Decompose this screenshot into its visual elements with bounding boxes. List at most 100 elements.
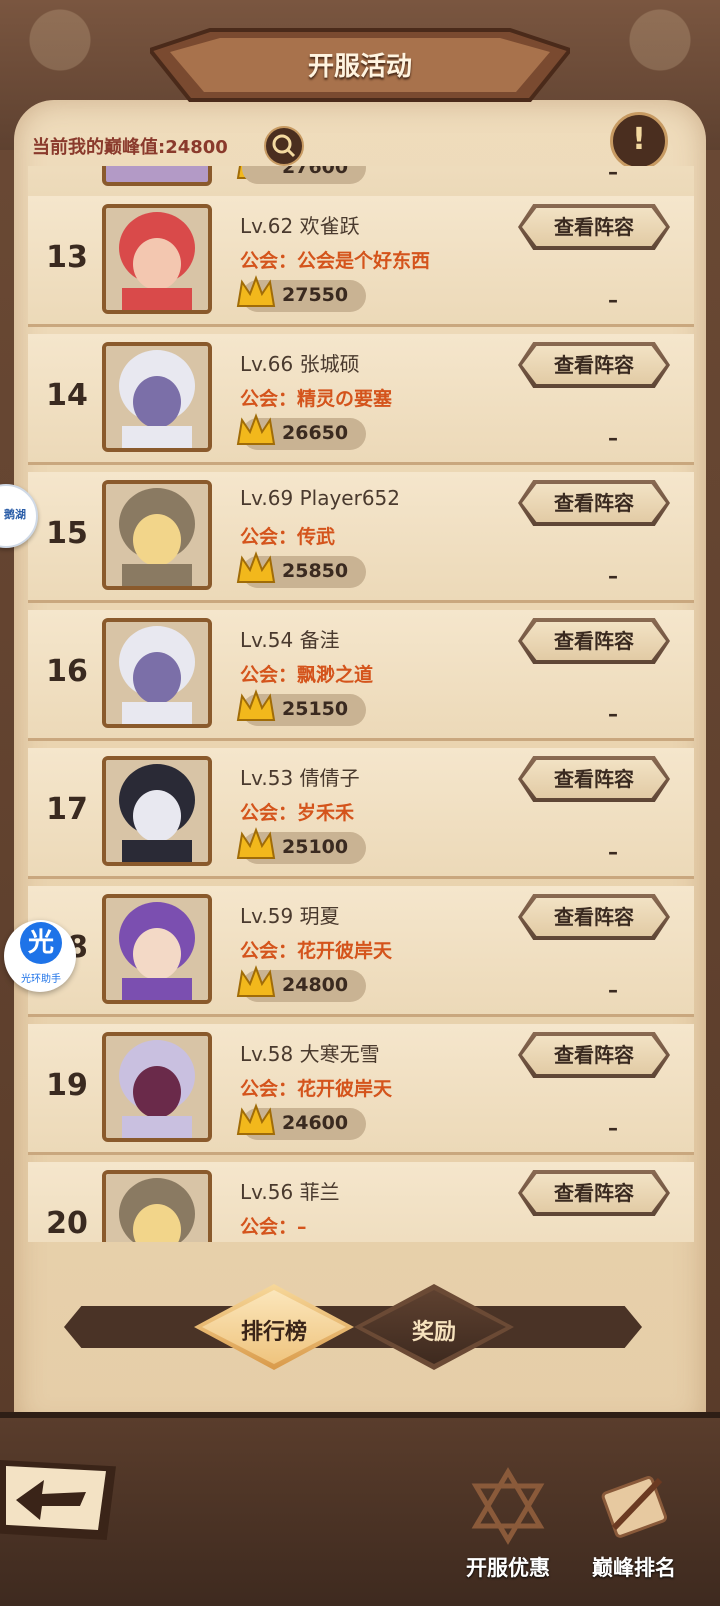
player-level-name: Lv.59 玥夏 bbox=[240, 904, 340, 928]
view-lineup-button[interactable]: 查看阵容 bbox=[518, 1170, 670, 1216]
guild-name: 精灵の要塞 bbox=[297, 388, 393, 410]
crown-icon bbox=[236, 965, 276, 997]
character-portrait bbox=[106, 1174, 208, 1242]
guild-name: 花开彼岸天 bbox=[297, 1078, 393, 1100]
guild-name: 岁禾禾 bbox=[297, 802, 355, 824]
view-lineup-button[interactable]: 查看阵容 bbox=[518, 894, 670, 940]
view-lineup-label: 查看阵容 bbox=[522, 760, 666, 798]
star-of-david-icon[interactable] bbox=[468, 1466, 548, 1546]
player-guild: 公会：公会是个好东西 bbox=[240, 246, 430, 273]
score-dash: – bbox=[608, 840, 618, 864]
view-lineup-button[interactable]: 查看阵容 bbox=[518, 204, 670, 250]
avatar[interactable] bbox=[102, 204, 212, 314]
peak-value-label: 当前我的巅峰值:24800 bbox=[32, 137, 228, 158]
rank-number: 19 bbox=[46, 1068, 88, 1103]
avatar[interactable] bbox=[102, 894, 212, 1004]
list-item: 16 Lv.54 备洼 公会：飘渺之道 25150 – 查看阵容 bbox=[28, 610, 694, 741]
list-item-partial: 27600 – bbox=[28, 166, 694, 199]
info-button[interactable]: ! bbox=[610, 112, 668, 170]
guild-label: 公会： bbox=[240, 1078, 298, 1100]
score-value: 24600 bbox=[282, 1112, 349, 1134]
player-level-name: Lv.53 倩倩子 bbox=[240, 766, 360, 790]
avatar[interactable] bbox=[102, 618, 212, 728]
nav-offer-label[interactable]: 开服优惠 bbox=[448, 1552, 568, 1582]
crown-icon bbox=[236, 275, 276, 307]
avatar[interactable] bbox=[102, 342, 212, 452]
player-guild: 公会：飘渺之道 bbox=[240, 660, 373, 687]
view-lineup-label: 查看阵容 bbox=[522, 622, 666, 660]
crown-icon bbox=[236, 1103, 276, 1135]
character-portrait bbox=[106, 898, 208, 1000]
guild-label: 公会： bbox=[240, 664, 298, 686]
score-value: 26650 bbox=[282, 422, 349, 444]
score-value: 25850 bbox=[282, 560, 349, 582]
rank-number: 15 bbox=[46, 516, 88, 551]
sword-scroll-icon[interactable] bbox=[594, 1466, 674, 1546]
rank-number: 20 bbox=[46, 1206, 88, 1241]
view-lineup-button[interactable]: 查看阵容 bbox=[518, 756, 670, 802]
score-dash: – bbox=[608, 564, 618, 588]
view-lineup-button[interactable]: 查看阵容 bbox=[518, 618, 670, 664]
exclamation-icon: ! bbox=[632, 122, 646, 157]
view-lineup-label: 查看阵容 bbox=[522, 484, 666, 522]
player-guild: 公会：传武 bbox=[240, 522, 335, 549]
score-dash: – bbox=[608, 978, 618, 1002]
character-portrait bbox=[106, 346, 208, 448]
guild-label: 公会： bbox=[240, 250, 298, 272]
view-lineup-button[interactable]: 查看阵容 bbox=[518, 1032, 670, 1078]
score-dash: – bbox=[608, 702, 618, 726]
search-icon bbox=[272, 134, 296, 158]
list-item: 14 Lv.66 张城硕 公会：精灵の要塞 26650 – 查看阵容 bbox=[28, 334, 694, 465]
rank-number: 14 bbox=[46, 378, 88, 413]
view-lineup-label: 查看阵容 bbox=[522, 898, 666, 936]
avatar bbox=[102, 166, 212, 186]
avatar[interactable] bbox=[102, 756, 212, 866]
score-dash: – bbox=[608, 426, 618, 450]
list-item: 13 Lv.62 欢雀跃 公会：公会是个好东西 27550 – 查看阵容 bbox=[28, 196, 694, 327]
guild-label: 公会： bbox=[240, 388, 298, 410]
guild-label: 公会： bbox=[240, 802, 298, 824]
search-button[interactable] bbox=[264, 126, 304, 166]
back-arrow-icon bbox=[16, 1480, 86, 1520]
view-lineup-button[interactable]: 查看阵容 bbox=[518, 480, 670, 526]
character-portrait bbox=[106, 622, 208, 724]
guild-name: – bbox=[297, 1216, 307, 1238]
ranking-list[interactable]: 27600 – 13 Lv.62 欢雀跃 公会：公会是个好东西 27550 – … bbox=[28, 166, 694, 1242]
guild-label: 公会： bbox=[240, 1216, 298, 1238]
player-level-name: Lv.58 大寒无雪 bbox=[240, 1042, 380, 1066]
list-item: 20 Lv.56 菲兰 公会：– 查看阵容 bbox=[28, 1162, 694, 1242]
avatar[interactable] bbox=[102, 1170, 212, 1242]
crown-icon bbox=[236, 827, 276, 859]
list-item: 18 Lv.59 玥夏 公会：花开彼岸天 24800 – 查看阵容 bbox=[28, 886, 694, 1017]
guild-label: 公会： bbox=[240, 940, 298, 962]
player-guild: 公会：– bbox=[240, 1212, 307, 1239]
list-item: 17 Lv.53 倩倩子 公会：岁禾禾 25100 – 查看阵容 bbox=[28, 748, 694, 879]
player-level-name: Lv.62 欢雀跃 bbox=[240, 214, 360, 238]
score-value: 25100 bbox=[282, 836, 349, 858]
page-title: 开服活动 bbox=[307, 52, 412, 82]
nav-peak-rank-label[interactable]: 巅峰排名 bbox=[574, 1552, 694, 1582]
score-dash: – bbox=[608, 166, 618, 184]
view-lineup-label: 查看阵容 bbox=[522, 208, 666, 246]
score-value: 25150 bbox=[282, 698, 349, 720]
avatar[interactable] bbox=[102, 1032, 212, 1142]
list-item: 15 Lv.69 Player652 公会：传武 25850 – 查看阵容 bbox=[28, 472, 694, 603]
tab-reward-label: 奖励 bbox=[411, 1320, 456, 1345]
rank-number: 16 bbox=[46, 654, 88, 689]
guild-name: 飘渺之道 bbox=[297, 664, 374, 686]
avatar[interactable] bbox=[102, 480, 212, 590]
list-item: 19 Lv.58 大寒无雪 公会：花开彼岸天 24600 – 查看阵容 bbox=[28, 1024, 694, 1155]
character-portrait bbox=[106, 208, 208, 310]
view-lineup-button[interactable]: 查看阵容 bbox=[518, 342, 670, 388]
view-lineup-label: 查看阵容 bbox=[522, 1174, 666, 1212]
player-level-name: Lv.56 菲兰 bbox=[240, 1180, 340, 1204]
character-portrait bbox=[106, 760, 208, 862]
guild-name: 传武 bbox=[297, 526, 336, 548]
back-button[interactable] bbox=[0, 1460, 116, 1540]
crown-icon bbox=[236, 551, 276, 583]
player-level-name: Lv.69 Player652 bbox=[240, 486, 400, 510]
crown-icon bbox=[236, 413, 276, 445]
score-value: 27550 bbox=[282, 284, 349, 306]
player-level-name: Lv.54 备洼 bbox=[240, 628, 340, 652]
player-level-name: Lv.66 张城硕 bbox=[240, 352, 360, 376]
